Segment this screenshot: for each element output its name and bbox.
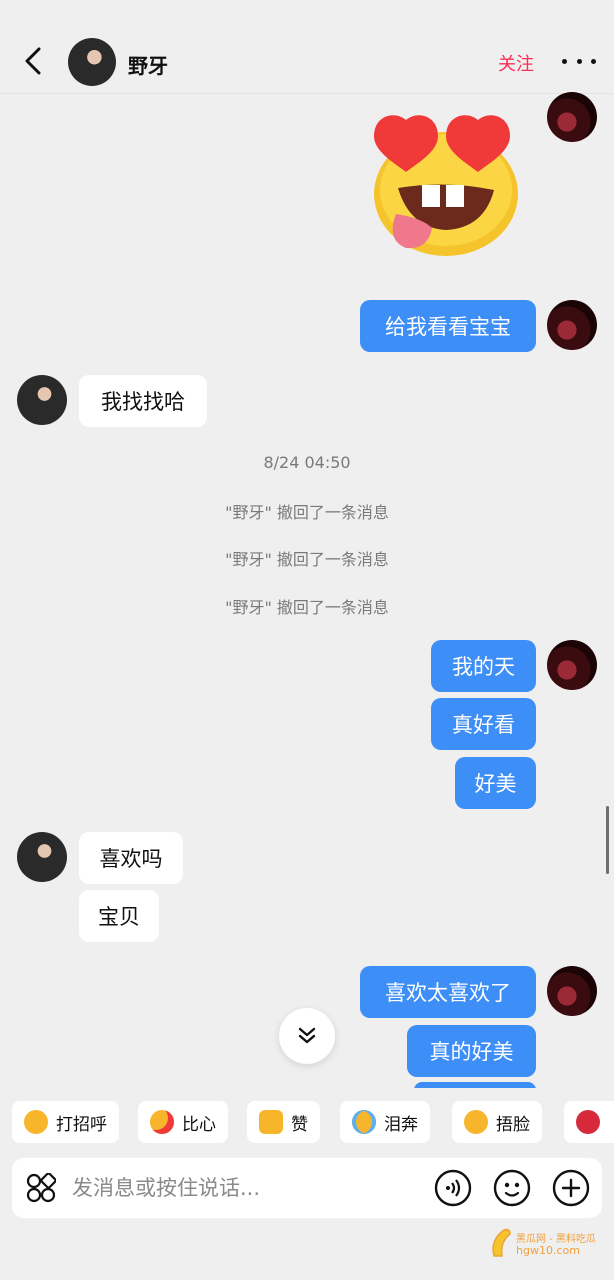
double-chevron-down-icon	[298, 1027, 316, 1044]
quick-reply-bar: 打招呼 比心 赞 泪奔 捂脸	[0, 1088, 614, 1156]
contact-avatar[interactable]	[17, 832, 67, 882]
voice-icon[interactable]	[434, 1169, 472, 1207]
emoji-icon[interactable]	[493, 1169, 531, 1207]
contact-avatar[interactable]	[68, 38, 116, 86]
waving-face-icon	[24, 1110, 48, 1134]
crying-face-icon	[352, 1110, 376, 1134]
my-avatar[interactable]	[547, 300, 597, 350]
message-input[interactable]	[72, 1168, 422, 1208]
incoming-message[interactable]: 喜欢吗	[79, 832, 183, 884]
follow-button[interactable]: 关注	[498, 50, 534, 76]
quick-reply-like[interactable]: 赞	[247, 1101, 320, 1143]
watermark-line2: hgw10.com	[516, 1244, 580, 1257]
thumbs-up-icon	[259, 1110, 283, 1134]
quick-reply-tears[interactable]: 泪奔	[340, 1101, 430, 1143]
my-avatar[interactable]	[547, 966, 597, 1016]
quick-reply-rose[interactable]	[564, 1101, 614, 1143]
more-options-button[interactable]	[562, 48, 596, 74]
contact-avatar[interactable]	[17, 375, 67, 425]
quick-reply-heart[interactable]: 比心	[138, 1101, 228, 1143]
banana-logo-icon	[492, 1228, 511, 1257]
contact-name[interactable]: 野牙	[128, 50, 168, 79]
outgoing-message[interactable]: 好美	[455, 757, 536, 809]
plus-icon[interactable]	[552, 1169, 590, 1207]
outgoing-message[interactable]: 喜欢太喜欢了	[360, 966, 536, 1018]
my-avatar[interactable]	[547, 640, 597, 690]
heart-eyes-sticker[interactable]	[366, 108, 522, 258]
quick-reply-facepalm[interactable]: 捂脸	[452, 1101, 542, 1143]
outgoing-message[interactable]: 真的好美	[407, 1025, 536, 1077]
watermark: 黑瓜网 - 黑料吃瓜 hgw10.com	[488, 1224, 600, 1262]
dot-icon	[591, 58, 596, 64]
incoming-message[interactable]: 我找找哈	[79, 375, 207, 427]
heart-hands-icon	[150, 1110, 174, 1134]
message-timestamp: 8/24 04:50	[263, 453, 351, 472]
status-bar	[0, 0, 614, 28]
chat-header: 野牙 关注	[0, 28, 614, 94]
scrollbar[interactable]	[606, 806, 609, 874]
facepalm-icon	[464, 1110, 488, 1134]
recall-notice: "野牙" 撤回了一条消息	[225, 503, 389, 522]
my-avatar[interactable]	[547, 92, 597, 142]
rose-icon	[576, 1110, 600, 1134]
dot-icon	[562, 58, 567, 64]
chevron-left-icon	[25, 47, 41, 75]
recall-notice: "野牙" 撤回了一条消息	[225, 598, 389, 617]
scroll-to-bottom-button[interactable]	[279, 1008, 335, 1064]
outgoing-message[interactable]: 真好看	[431, 698, 536, 750]
message-input-bar	[12, 1158, 602, 1218]
outgoing-message[interactable]: 给我看看宝宝	[360, 300, 536, 352]
outgoing-message[interactable]: 我的天	[431, 640, 536, 692]
apps-grid-icon[interactable]	[26, 1173, 56, 1203]
recall-notice: "野牙" 撤回了一条消息	[225, 550, 389, 569]
quick-reply-wave[interactable]: 打招呼	[12, 1101, 119, 1143]
dot-icon	[576, 58, 582, 64]
incoming-message[interactable]: 宝贝	[79, 890, 159, 942]
watermark-line1: 黑瓜网 - 黑料吃瓜	[516, 1234, 596, 1245]
back-button[interactable]	[18, 46, 48, 76]
